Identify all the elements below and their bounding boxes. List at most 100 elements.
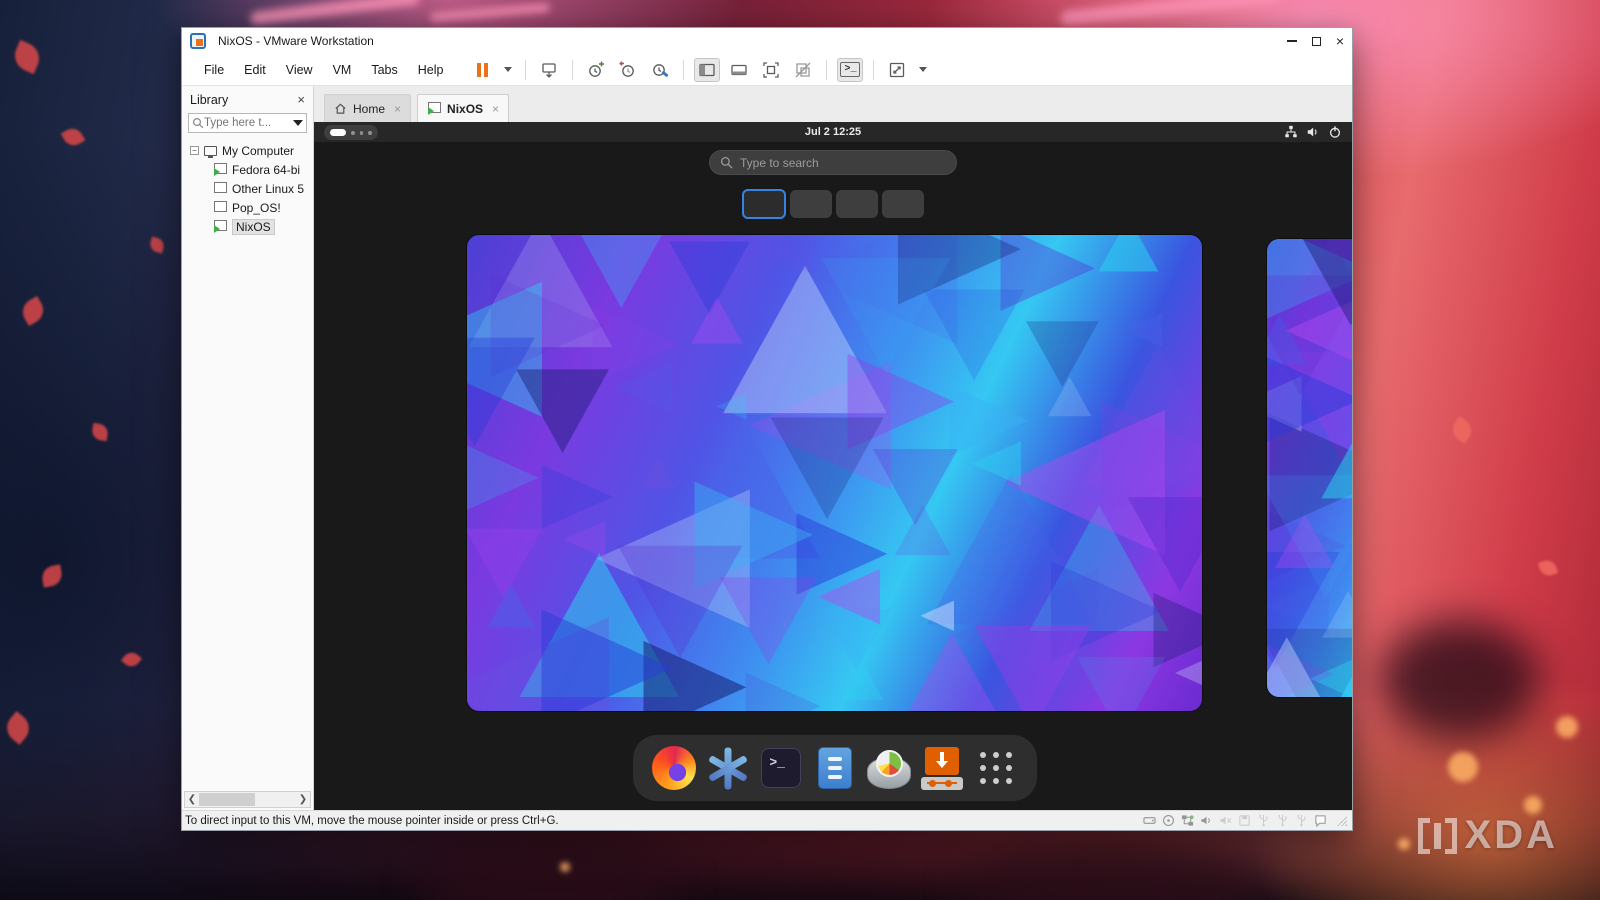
menu-vm[interactable]: VM (323, 63, 362, 77)
dock-terminal[interactable]: >_ (758, 745, 804, 791)
workspace-thumb-2[interactable] (790, 190, 832, 218)
library-search[interactable] (188, 113, 307, 133)
network-adapter-icon[interactable] (1181, 814, 1194, 827)
tree-item-vm-other-linux[interactable]: Other Linux 5 (190, 179, 313, 198)
wallpaper-leaf (148, 236, 166, 254)
library-close-icon[interactable]: × (297, 92, 305, 107)
stretch-menu-caret[interactable] (916, 58, 930, 82)
suspend-menu-caret[interactable] (501, 58, 515, 82)
menu-help[interactable]: Help (408, 63, 454, 77)
dock-show-apps[interactable] (973, 745, 1019, 791)
scroll-left-icon[interactable]: ❮ (185, 794, 199, 805)
minimize-button[interactable] (1280, 28, 1304, 54)
cd-rom-icon[interactable] (1162, 814, 1175, 827)
dock-installer[interactable] (919, 745, 965, 791)
window-titlebar[interactable]: NixOS - VMware Workstation × (182, 28, 1352, 54)
take-snapshot-button[interactable] (583, 58, 609, 82)
library-title: Library (190, 92, 229, 107)
tab-close-icon[interactable]: × (492, 102, 499, 116)
tab-home[interactable]: Home × (324, 94, 412, 122)
wallpaper-leaf (60, 124, 86, 150)
scrollbar-thumb[interactable] (199, 793, 256, 806)
library-search-caret-icon[interactable] (293, 120, 303, 126)
wallpaper-leaf (1, 711, 35, 745)
enter-fullscreen-button[interactable] (758, 58, 784, 82)
dock-firefox[interactable] (651, 745, 697, 791)
dock-files[interactable] (812, 745, 858, 791)
usb-device-icon[interactable] (1276, 814, 1289, 827)
tree-item-vm-fedora[interactable]: Fedora 64-bi (190, 160, 313, 179)
resize-grip[interactable] (1335, 814, 1348, 827)
sound-muted-icon[interactable] (1219, 814, 1232, 827)
toolbar: >_ (469, 57, 930, 82)
menu-edit[interactable]: Edit (234, 63, 276, 77)
revert-snapshot-button[interactable] (615, 58, 641, 82)
scrollbar-track[interactable] (199, 792, 296, 807)
menu-tabs[interactable]: Tabs (361, 63, 407, 77)
panel-bottom-icon (731, 64, 748, 75)
message-log-icon[interactable] (1314, 814, 1327, 827)
gnome-system-menu[interactable] (1284, 122, 1342, 142)
vm-running-icon (214, 163, 227, 176)
power-icon (1329, 126, 1341, 138)
dock-disk-usage[interactable] (866, 745, 912, 791)
workspace-thumb-1[interactable] (742, 189, 786, 219)
tab-nixos[interactable]: NixOS × (417, 94, 510, 122)
usb-device-icon[interactable] (1257, 814, 1270, 827)
menu-file[interactable]: File (194, 63, 234, 77)
search-icon (192, 117, 204, 129)
tree-item-my-computer[interactable]: − My Computer (190, 141, 313, 160)
free-stretch-button[interactable] (884, 58, 910, 82)
workspace-thumb-3[interactable] (836, 190, 878, 218)
show-console-view-button[interactable] (726, 58, 752, 82)
gnome-clock[interactable]: Jul 2 12:25 (314, 126, 1352, 138)
wallpaper-leaf (1537, 557, 1559, 579)
tree-item-vm-nixos[interactable]: NixOS (190, 217, 313, 236)
maximize-button[interactable] (1304, 28, 1328, 54)
vmware-logo-icon (190, 33, 206, 49)
unity-mode-button[interactable] (790, 58, 816, 82)
vm-running-icon (428, 102, 442, 115)
status-bar: To direct input to this VM, move the mou… (182, 810, 1352, 830)
snapshot-wrench-icon (653, 63, 669, 77)
close-button[interactable]: × (1328, 28, 1352, 54)
workspace-thumb-4[interactable] (882, 190, 924, 218)
tree-item-vm-pop-os[interactable]: Pop_OS! (190, 198, 313, 217)
tab-close-icon[interactable]: × (394, 102, 401, 116)
dock-nixos[interactable] (705, 745, 751, 791)
usb-device-icon[interactable] (1295, 814, 1308, 827)
xda-watermark: XDA (1417, 813, 1558, 858)
wallpaper-bokeh (1524, 796, 1542, 814)
snapshot-clock-plus-icon (589, 61, 605, 77)
vm-screen[interactable]: Jul 2 12:25 Type to search >_ (314, 122, 1352, 810)
wallpaper-leaf (120, 648, 143, 671)
vmware-window: NixOS - VMware Workstation × File Edit V… (181, 27, 1353, 831)
menu-view[interactable]: View (276, 63, 323, 77)
terminal-icon: >_ (840, 62, 861, 77)
virtual-terminal-button[interactable]: >_ (837, 57, 864, 82)
library-horizontal-scrollbar[interactable]: ❮ ❯ (184, 791, 311, 808)
show-library-button[interactable] (694, 57, 721, 82)
scroll-right-icon[interactable]: ❯ (296, 794, 310, 805)
desktop-wallpaper: XDA NixOS - VMware Workstation × File Ed… (0, 0, 1600, 900)
workspace-preview-next[interactable] (1267, 239, 1352, 697)
library-search-input[interactable] (204, 117, 276, 129)
status-message: To direct input to this VM, move the mou… (185, 814, 559, 827)
send-to-device-button[interactable] (536, 58, 562, 82)
workspace-preview-current[interactable] (467, 235, 1202, 711)
suspend-icon (476, 62, 488, 77)
suspend-button[interactable] (469, 58, 495, 82)
stretch-icon (890, 62, 905, 77)
hard-disk-icon[interactable] (1143, 814, 1156, 827)
gnome-search-field[interactable]: Type to search (709, 150, 957, 175)
files-icon (817, 747, 852, 789)
tree-collapse-icon[interactable]: − (190, 146, 199, 155)
library-tree: − My Computer Fedora 64-bi Other Linux 5 (182, 141, 313, 791)
sound-icon[interactable] (1200, 814, 1213, 827)
wallpaper-bokeh (1448, 752, 1478, 782)
manage-snapshots-button[interactable] (647, 58, 673, 82)
wallpaper-leaf (90, 422, 110, 442)
wallpaper-leaf (40, 564, 64, 588)
volume-icon (1307, 127, 1317, 137)
floppy-icon[interactable] (1238, 814, 1251, 827)
